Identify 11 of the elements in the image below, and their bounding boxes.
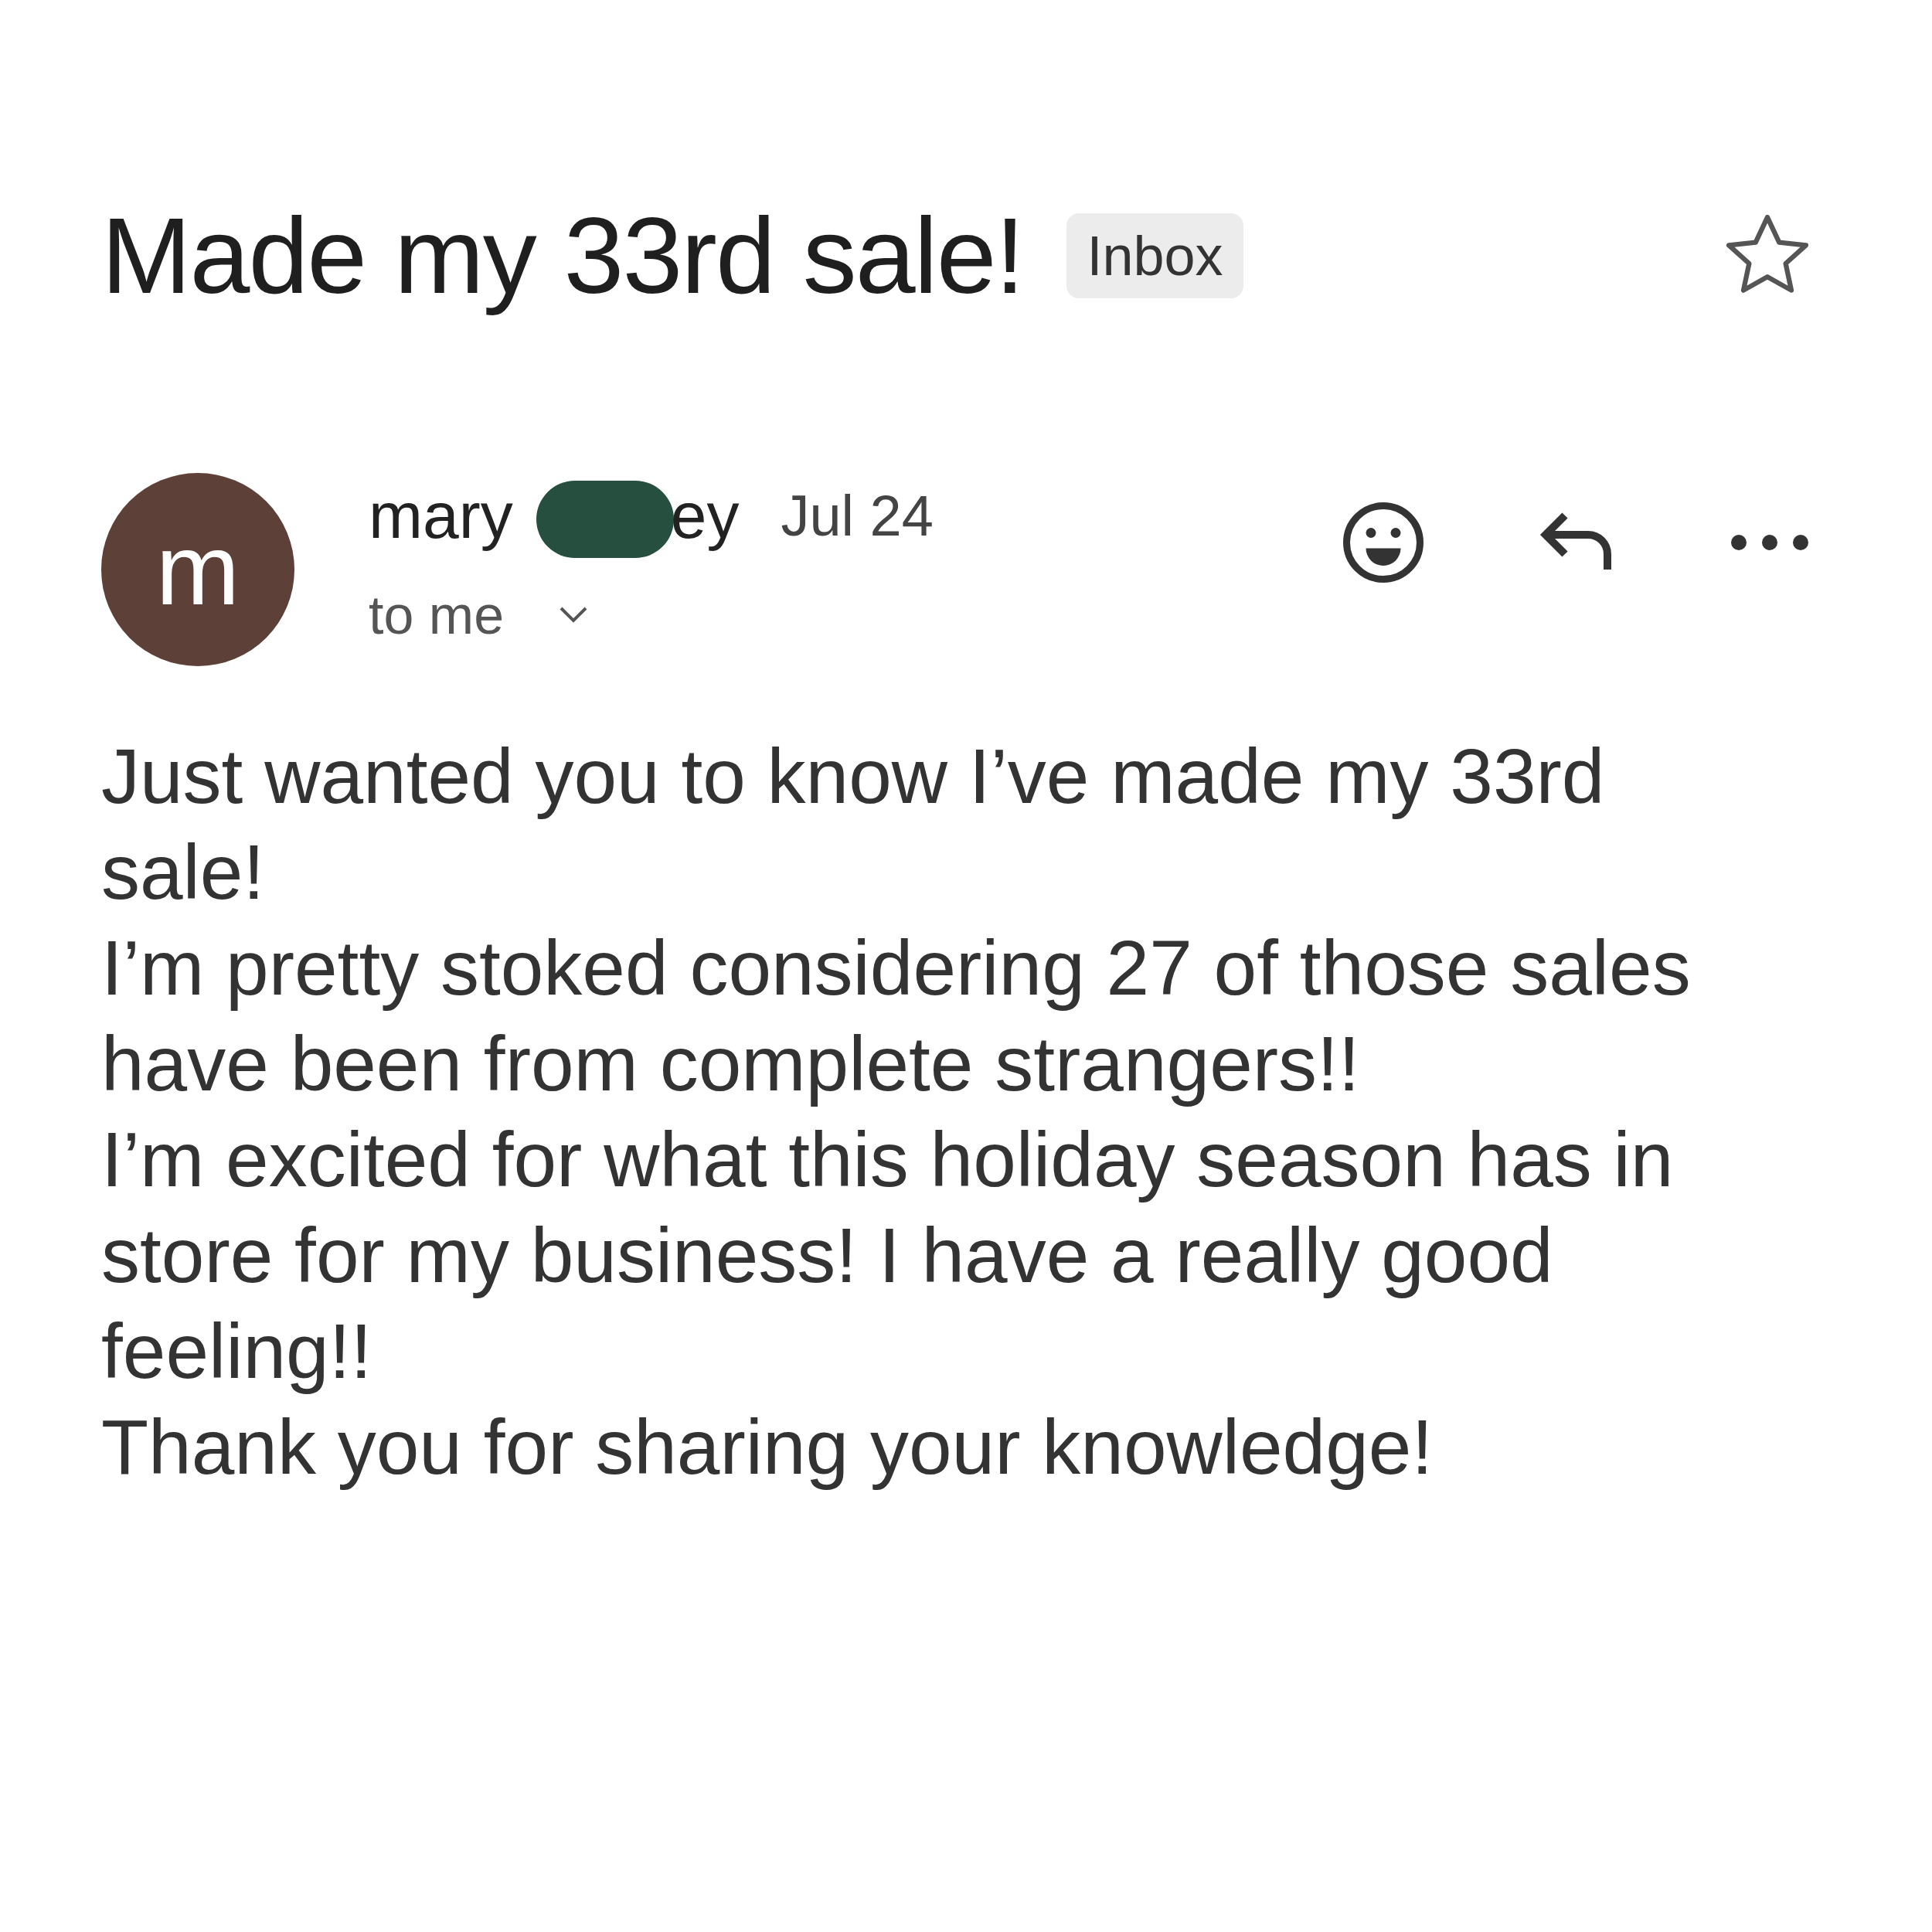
recipient-text: to me [369,584,505,646]
inbox-label[interactable]: Inbox [1066,213,1243,298]
sender-avatar[interactable]: m [101,473,294,666]
message-paragraph: Just wanted you to know I’ve made my 33rd sale! [101,732,1606,917]
message-paragraph: I’m pretty stoked considering 27 of those sales have been from complete strangers!! [101,923,1692,1108]
email-date: Jul 24 [781,482,934,549]
sender-name: ey [670,478,740,553]
sender-name: mary [369,478,513,553]
message-paragraph: I’m excited for what this holiday season has in store for my business! I have a really good feeling!! [101,1115,1675,1396]
email-subject: Made my 33rd sale! [101,194,1024,318]
message-paragraph: Thank you for sharing your knowledge! [101,1403,1434,1492]
